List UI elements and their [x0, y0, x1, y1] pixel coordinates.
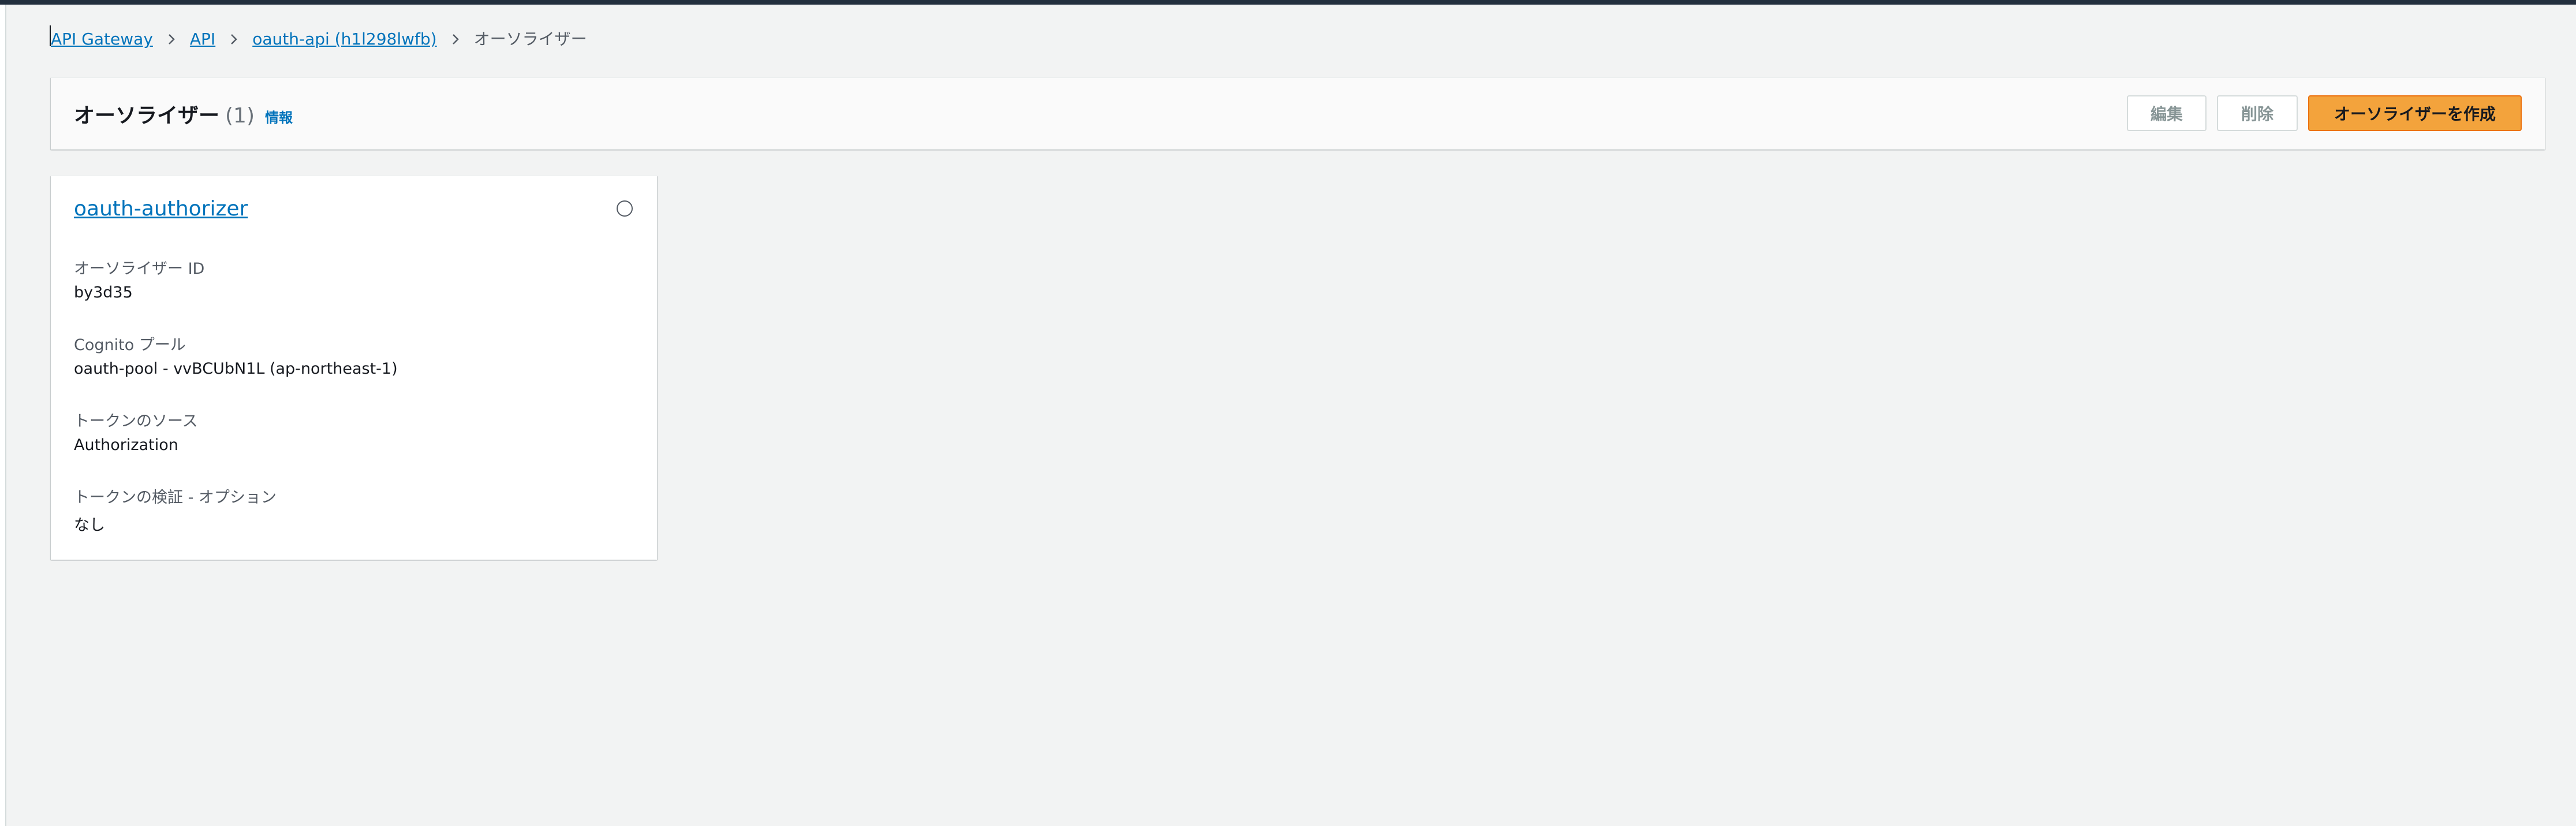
breadcrumb-current-authorizers: オーソライザー: [473, 29, 587, 49]
authorizer-select-radio[interactable]: [617, 200, 633, 217]
token-validation-label: トークンの検証 - オプション: [74, 489, 277, 507]
authorizer-card: oauth-authorizer オーソライザー ID by3d35 Cogni…: [51, 176, 657, 560]
breadcrumb-oauth-api[interactable]: oauth-api (h1l298lwfb): [252, 27, 436, 52]
chevron-right-icon: [215, 27, 252, 52]
token-source-value: Authorization: [74, 436, 178, 454]
delete-button[interactable]: 削除: [2217, 95, 2298, 131]
authorizer-id-value: by3d35: [74, 284, 133, 302]
token-validation-value: なし: [74, 516, 105, 534]
edit-button[interactable]: 編集: [2127, 95, 2207, 131]
page-title: オーソライザー (1) 情報: [74, 99, 293, 128]
authorizer-count: (1): [225, 104, 255, 128]
authorizer-name-link[interactable]: oauth-authorizer: [74, 197, 248, 221]
cognito-pool-label: Cognito プール: [74, 336, 186, 354]
breadcrumb: API Gateway API oauth-api (h1l298lwfb) オ…: [51, 27, 587, 52]
side-navigation-edge: [0, 5, 6, 826]
breadcrumb-api[interactable]: API: [190, 27, 215, 52]
authorizers-header-panel: オーソライザー (1) 情報 編集 削除 オーソライザーを作成: [51, 77, 2545, 150]
info-link[interactable]: 情報: [265, 106, 293, 126]
create-authorizer-button[interactable]: オーソライザーを作成: [2308, 95, 2522, 131]
top-navigation-bar: [0, 0, 2576, 5]
chevron-right-icon: [153, 27, 190, 52]
authorizer-id-label: オーソライザー ID: [74, 260, 205, 278]
cognito-pool-value: oauth-pool - vvBCUbN1L (ap-northeast-1): [74, 360, 398, 378]
page-title-text: オーソライザー: [74, 104, 220, 128]
breadcrumb-api-gateway[interactable]: API Gateway: [51, 27, 153, 52]
chevron-right-icon: [437, 27, 474, 52]
token-source-label: トークンのソース: [74, 412, 198, 430]
